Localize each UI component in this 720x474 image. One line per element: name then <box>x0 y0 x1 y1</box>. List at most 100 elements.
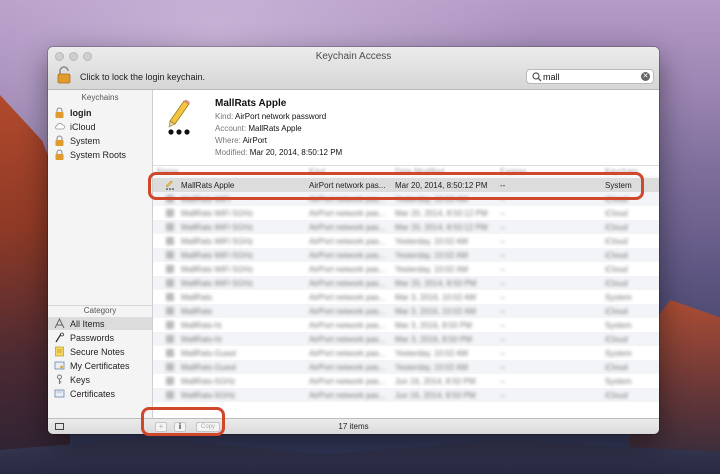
table-row[interactable]: MallRats-5GHz AirPort network pas... Jun 1… <box>153 374 659 388</box>
cell-date: Yesterday, 10:02 AM <box>395 349 468 358</box>
sidebar-item-certificates[interactable]: Certificates <box>54 387 149 400</box>
item-title: MallRats Apple <box>215 98 287 109</box>
cell-expires: -- <box>500 321 506 330</box>
cell-name: MallRats WiFi 5GHz <box>181 265 254 274</box>
cell-keychain: iCloud <box>605 237 628 246</box>
unlocked-padlock-icon[interactable] <box>57 66 71 84</box>
item-icon <box>166 293 174 301</box>
table-row[interactable]: MallRats-Guest AirPort network pas... Yest… <box>153 346 659 360</box>
certificate-icon <box>54 389 65 398</box>
cell-name: MallRats WiFi 5GHz <box>181 279 254 288</box>
sidebar-item-login[interactable]: login <box>54 106 149 119</box>
lock-icon <box>55 107 64 118</box>
search-icon <box>532 72 542 82</box>
cell-kind: AirPort network pas... <box>309 293 386 302</box>
highlight-toolbar-buttons <box>141 407 225 436</box>
cell-kind: AirPort network pas... <box>309 391 386 400</box>
items-table: Name Kind Date Modified Expires Keychain… <box>153 166 659 418</box>
cell-name: MallRats-Guest <box>181 349 237 358</box>
all-items-icon <box>54 318 65 329</box>
sidebar-item-label: System Roots <box>70 149 127 160</box>
sidebar-item-label: System <box>70 135 101 146</box>
table-row[interactable]: MallRats-ht AirPort network pas... Mar 3, … <box>153 318 659 332</box>
table-row[interactable]: MallRats WiFi 5GHz AirPort network pas...… <box>153 220 659 234</box>
cell-keychain: iCloud <box>605 307 628 316</box>
cell-kind: AirPort network pas... <box>309 377 386 386</box>
table-row[interactable]: MallRats WiFi 5GHz AirPort network pas...… <box>153 276 659 290</box>
kind-row: Kind: AirPort network password <box>215 112 327 121</box>
item-icon <box>166 209 174 217</box>
table-row[interactable]: MallRats AirPort network pas... Mar 3, 201… <box>153 304 659 318</box>
cell-date: Mar 3, 2016, 10:02 AM <box>395 307 476 316</box>
sidebar-item-label: All Items <box>70 318 105 329</box>
sidebar-item-label: Keys <box>70 374 91 385</box>
cell-keychain: iCloud <box>605 251 628 260</box>
table-row[interactable]: MallRats WiFi 5GHz AirPort network pas...… <box>153 206 659 220</box>
cell-date: Mar 20, 2014, 8:50:12 PM <box>395 223 488 232</box>
lock-keychain-text: Click to lock the login keychain. <box>80 72 206 82</box>
sidebar-item-my-certificates[interactable]: My Certificates <box>54 359 149 372</box>
table-row[interactable]: MallRats-5GHz AirPort network pas... Jun 1… <box>153 388 659 402</box>
sidebar: Keychains login iCloud System System Roo… <box>48 90 153 418</box>
cell-kind: AirPort network pas... <box>309 307 386 316</box>
cell-kind: AirPort network pas... <box>309 335 386 344</box>
window-title: Keychain Access <box>315 51 392 62</box>
cell-keychain: System <box>605 349 632 358</box>
item-icon <box>166 349 174 357</box>
cell-keychain: System <box>605 293 632 302</box>
search-input[interactable] <box>543 71 633 82</box>
cell-expires: -- <box>500 293 506 302</box>
cell-kind: AirPort network pas... <box>309 209 386 218</box>
cell-kind: AirPort network pas... <box>309 237 386 246</box>
cell-expires: -- <box>500 335 506 344</box>
keychain-access-window: Keychain Access Click to lock the login … <box>48 47 659 434</box>
sidebar-item-system-roots[interactable]: System Roots <box>54 148 149 161</box>
table-row[interactable]: MallRats WiFi 5GHz AirPort network pas...… <box>153 262 659 276</box>
cell-kind: AirPort network pas... <box>309 321 386 330</box>
table-row[interactable]: MallRats WiFi 5GHz AirPort network pas...… <box>153 234 659 248</box>
keychains-header: Keychains <box>81 93 119 102</box>
highlight-selected-row <box>148 172 644 200</box>
cell-name: MallRats WiFi 5GHz <box>181 209 254 218</box>
cell-expires: -- <box>500 377 506 386</box>
titlebar: Keychain Access Click to lock the login … <box>48 47 659 90</box>
sidebar-item-keys[interactable]: Keys <box>54 373 149 386</box>
cell-date: Jun 16, 2014, 8:50 PM <box>395 377 476 386</box>
account-row: Account: MallRats Apple <box>215 124 302 133</box>
cell-keychain: iCloud <box>605 279 628 288</box>
item-icon <box>166 377 174 385</box>
item-icon <box>166 265 174 273</box>
bottom-toolbar: + i Copy 17 items <box>48 418 659 434</box>
cell-keychain: iCloud <box>605 223 628 232</box>
sidebar-item-secure-notes[interactable]: Secure Notes <box>54 345 149 358</box>
cell-kind: AirPort network pas... <box>309 251 386 260</box>
cell-expires: -- <box>500 307 506 316</box>
sidebar-item-icloud[interactable]: iCloud <box>54 120 149 133</box>
sidebar-item-system[interactable]: System <box>54 134 149 147</box>
certificate-icon <box>54 361 65 370</box>
sidebar-item-passwords[interactable]: Passwords <box>54 331 149 344</box>
cell-date: Yesterday, 10:02 AM <box>395 363 468 372</box>
table-row[interactable]: MallRats AirPort network pas... Mar 3, 201… <box>153 290 659 304</box>
sidebar-item-label: login <box>70 107 92 118</box>
table-row[interactable]: MallRats-ht AirPort network pas... Mar 3, … <box>153 332 659 346</box>
cell-kind: AirPort network pas... <box>309 265 386 274</box>
cell-keychain: System <box>605 377 632 386</box>
sidebar-item-label: Certificates <box>70 388 116 399</box>
cell-date: Mar 20, 2014, 8:50 PM <box>395 279 477 288</box>
table-row[interactable]: MallRats-Guest AirPort network pas... Yest… <box>153 360 659 374</box>
cell-expires: -- <box>500 237 506 246</box>
item-icon <box>166 251 174 259</box>
cell-kind: AirPort network pas... <box>309 223 386 232</box>
table-row[interactable]: MallRats WiFi 5GHz AirPort network pas...… <box>153 248 659 262</box>
sidebar-item-all-items[interactable]: All Items <box>48 317 152 330</box>
key-icon <box>57 374 62 384</box>
cell-keychain: System <box>605 321 632 330</box>
cloud-icon <box>55 123 65 130</box>
search-field[interactable]: ✕ <box>526 69 654 84</box>
clear-search-icon[interactable]: ✕ <box>641 72 650 81</box>
cell-date: Jun 16, 2014, 8:50 PM <box>395 391 476 400</box>
item-icon <box>166 321 174 329</box>
item-detail-pane: MallRats Apple Kind: AirPort network pas… <box>153 90 659 166</box>
cell-keychain: iCloud <box>605 363 628 372</box>
